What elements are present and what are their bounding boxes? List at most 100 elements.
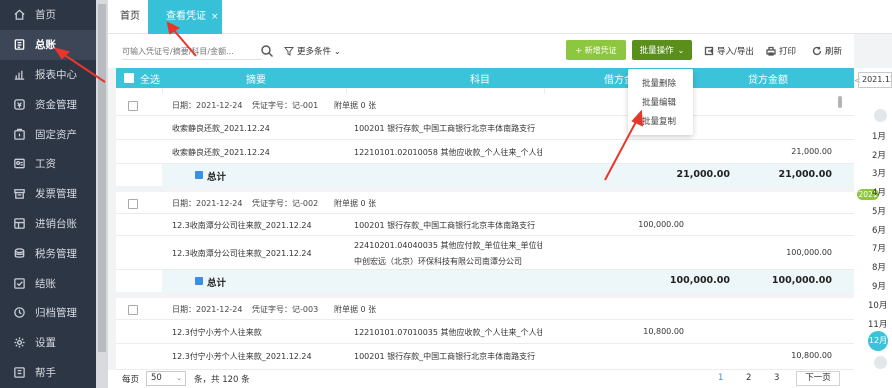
page-2[interactable]: 2 xyxy=(746,373,751,383)
tab-view-voucher[interactable]: 查看凭证 × xyxy=(148,0,222,34)
month-10[interactable]: 10月 xyxy=(868,299,887,311)
entry-voucher-no[interactable]: 凭证字号：记-002 xyxy=(252,198,318,209)
month-2[interactable]: 2月 xyxy=(872,149,886,161)
print-button[interactable]: 打印 xyxy=(766,45,796,57)
batch-label: 批量操作 xyxy=(639,46,674,56)
salary-icon xyxy=(12,157,26,171)
table-header: 全选 摘要 科目 借方金额 贷方金额 xyxy=(116,68,854,88)
page-3[interactable]: 3 xyxy=(774,373,779,383)
month-11[interactable]: 11月 xyxy=(868,318,887,330)
total-label: 总计 xyxy=(207,278,227,289)
month-4[interactable]: 4月 xyxy=(872,186,886,198)
inventory-icon xyxy=(12,216,26,230)
filter-label: 更多条件 xyxy=(297,47,332,57)
month-1[interactable]: 1月 xyxy=(872,130,886,142)
total-credit: 100,000.00 xyxy=(771,275,832,286)
scroll-down-button[interactable] xyxy=(874,356,887,369)
entry-date: 日期：2021-12-24 xyxy=(172,101,243,110)
asset-icon xyxy=(12,127,26,141)
sidebar-item-tax[interactable]: 税务管理 xyxy=(0,238,96,268)
sidebar-item-fixed-assets[interactable]: 固定资产 xyxy=(0,119,96,149)
page-1[interactable]: 1 xyxy=(718,373,723,383)
month-5[interactable]: 5月 xyxy=(872,205,886,217)
refresh-button[interactable]: 刷新 xyxy=(812,45,842,57)
entry-voucher-no[interactable]: 凭证字号：记-001 xyxy=(252,100,318,111)
month-12-selected[interactable]: 12月 xyxy=(868,331,888,351)
sidebar-item-home[interactable]: 首页 xyxy=(0,0,96,30)
more-filters-button[interactable]: 更多条件 ⌄ xyxy=(284,45,341,57)
batch-operations-button[interactable]: 批量操作 ⌄ xyxy=(632,40,692,60)
month-3[interactable]: 3月 xyxy=(872,167,886,179)
sidebar-item-ledger[interactable]: 总账 xyxy=(0,29,96,60)
sidebar-item-inventory[interactable]: 进销台账 xyxy=(0,209,96,239)
scroll-up-button[interactable] xyxy=(874,109,887,122)
table-row[interactable]: 12.3付宁小芳个人往来款 12210101.07010035 其他应收款_个人… xyxy=(116,320,854,344)
sidebar-item-archive[interactable]: 归档管理 xyxy=(0,298,96,328)
sidebar-item-help[interactable]: 帮手 xyxy=(0,358,96,388)
month-9[interactable]: 9月 xyxy=(872,280,886,292)
ledger-icon xyxy=(12,38,26,52)
next-page-button[interactable]: 下一页 xyxy=(796,371,840,386)
voucher-table: 日期：2021-12-24 凭证字号：记-001 附单据 0 张 收索静良还款_… xyxy=(116,88,854,370)
menu-item-batch-edit[interactable]: 批量编辑 xyxy=(628,94,693,113)
sidebar-item-closing[interactable]: 结账 xyxy=(0,268,96,298)
menu-item-batch-copy[interactable]: 批量复制 xyxy=(628,113,693,132)
total-row: 总计 21,000.00 21,000.00 xyxy=(162,164,854,186)
table-row[interactable]: 收索静良还款_2021.12.24 100201 银行存款_中国工商银行北京丰体… xyxy=(116,116,854,140)
total-count: 条，共 120 条 xyxy=(194,375,250,385)
sidebar-item-label: 首页 xyxy=(35,9,56,22)
chevron-down-icon: ⌄ xyxy=(334,46,341,56)
search-input[interactable] xyxy=(122,43,262,60)
scrollbar-thumb[interactable] xyxy=(98,4,106,352)
select-all-checkbox[interactable] xyxy=(124,73,134,83)
tab-home[interactable]: 首页 xyxy=(110,0,150,34)
sidebar-item-invoices[interactable]: 发票管理 xyxy=(0,179,96,209)
row-checkbox[interactable] xyxy=(128,305,138,315)
table-row[interactable]: 12.3付宁小芳个人往来款_2021.12.24 100201 银行存款_中国工… xyxy=(116,344,854,370)
sidebar-item-reports[interactable]: 报表中心 xyxy=(0,60,96,90)
cell-summary: 12.3收南潭分公司往来款_2021.12.24 xyxy=(172,249,312,258)
batch-operations-menu: 批量删除 批量编辑 批量复制 xyxy=(628,69,693,135)
total-icon xyxy=(195,277,203,285)
sidebar-item-label: 归档管理 xyxy=(35,307,77,320)
cell-summary: 收索静良还款_2021.12.24 xyxy=(172,148,270,157)
table-row[interactable]: 12.3收南潭分公司往来款_2021.12.24 100201 银行存款_中国工… xyxy=(116,214,854,236)
cell-debit: 10,800.00 xyxy=(643,327,684,336)
period-input[interactable]: 2021.12 xyxy=(858,72,892,88)
sidebar-scrollbar[interactable] xyxy=(96,0,108,388)
table-row[interactable]: 12.3收南潭分公司往来款_2021.12.24 22410201.040400… xyxy=(116,236,854,270)
new-voucher-button[interactable]: + 新增凭证 xyxy=(566,40,626,60)
sidebar-item-label: 进销台账 xyxy=(35,217,77,230)
select-all-label: 全选 xyxy=(140,75,160,86)
table-scrollbar-thumb[interactable] xyxy=(838,96,842,108)
month-8[interactable]: 8月 xyxy=(872,261,886,273)
import-export-button[interactable]: 导入/导出 xyxy=(704,45,754,57)
menu-item-batch-delete[interactable]: 批量删除 xyxy=(628,75,693,94)
total-icon xyxy=(195,171,203,179)
cell-summary: 12.3付宁小芳个人往来款 xyxy=(172,328,262,337)
export-icon xyxy=(704,46,714,56)
entry-voucher-no[interactable]: 凭证字号：记-003 xyxy=(252,304,318,315)
sidebar-item-label: 设置 xyxy=(35,337,56,350)
cell-subject: 100201 银行存款_中国工商银行北京丰体南路支行 xyxy=(354,221,536,230)
sidebar-item-settings[interactable]: 设置 xyxy=(0,328,96,358)
page-size-select[interactable]: 50 ⌄ xyxy=(146,371,186,386)
close-icon[interactable]: × xyxy=(211,12,219,22)
sidebar-item-funds[interactable]: 资金管理 xyxy=(0,89,96,119)
close-account-icon xyxy=(12,276,26,290)
money-icon xyxy=(12,97,26,111)
total-credit: 21,000.00 xyxy=(778,169,833,180)
total-debit: 100,000.00 xyxy=(669,275,730,286)
refresh-icon xyxy=(812,46,822,56)
sidebar: 首页 总账 报表中心 资金管理 固定资产 工资 发票管理 进销台账 税务管理 结… xyxy=(0,0,96,388)
month-6[interactable]: 6月 xyxy=(872,224,886,236)
help-icon xyxy=(12,365,26,379)
month-7[interactable]: 7月 xyxy=(872,242,886,254)
cell-debit: 100,000.00 xyxy=(638,220,684,229)
cell-subject: 12210101.07010035 其他应收款_个人往来_个人往 xyxy=(354,328,542,337)
search-icon[interactable] xyxy=(260,44,274,58)
row-checkbox[interactable] xyxy=(128,101,138,111)
sidebar-item-salary[interactable]: 工资 xyxy=(0,149,96,179)
table-row[interactable]: 收索静良还款_2021.12.24 12210101.02010058 其他应收… xyxy=(116,140,854,164)
row-checkbox[interactable] xyxy=(128,199,138,209)
